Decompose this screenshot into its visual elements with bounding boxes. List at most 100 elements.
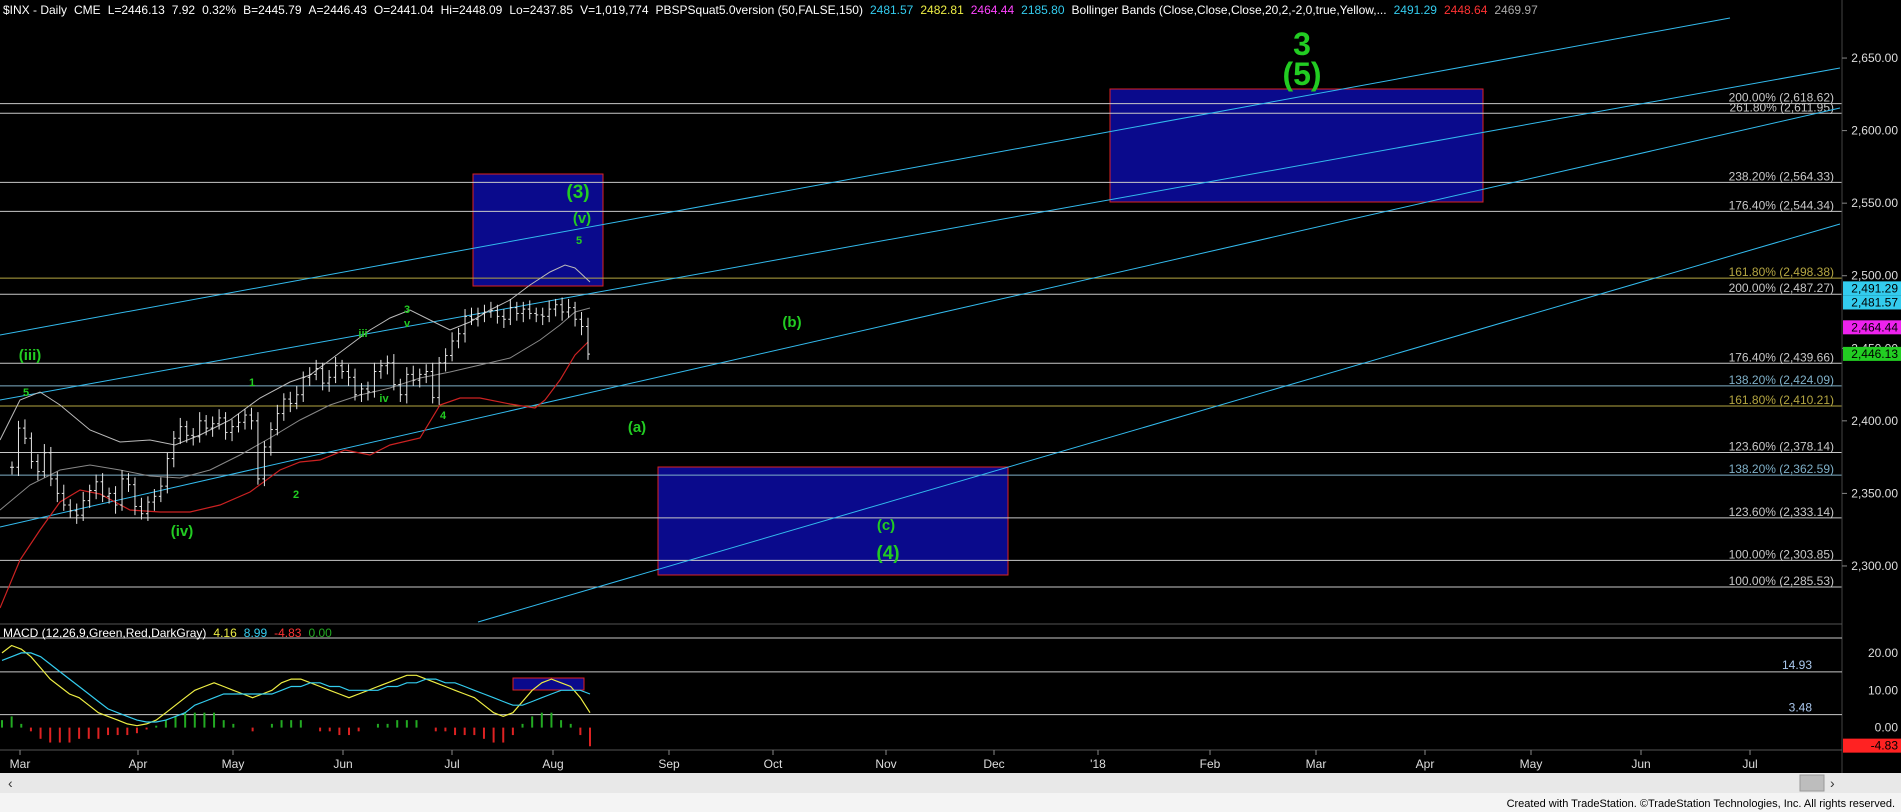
header-field: 2448.64 xyxy=(1444,3,1488,17)
x-tick-label: Oct xyxy=(764,757,783,771)
x-tick-label: Jun xyxy=(1631,757,1650,771)
y-tick-label: 2,350.00 xyxy=(1851,486,1898,500)
header-field: Bollinger Bands (Close,Close,Close,20,2,… xyxy=(1072,3,1387,17)
header-field: 2481.57 xyxy=(870,3,914,17)
x-tick-label: Jun xyxy=(333,757,352,771)
wave-label: 3 xyxy=(404,304,410,316)
wave-label: (a) xyxy=(628,419,646,436)
fib-level-label: 123.60% (2,378.14) xyxy=(1729,440,1834,454)
x-tick-label: Mar xyxy=(10,757,31,771)
fib-level-label: 176.40% (2,439.66) xyxy=(1729,350,1834,364)
y-tick-label: 2,300.00 xyxy=(1851,559,1898,573)
wave-label: (b) xyxy=(782,314,801,331)
wave-label: (c) xyxy=(877,517,895,534)
header-field: 2464.44 xyxy=(971,3,1015,17)
chart-header: $INX - Daily CME L=2446.13 7.92 0.32% B=2445.… xyxy=(3,3,1538,17)
fib-level-label: 138.20% (2,362.59) xyxy=(1729,462,1834,476)
fib-level-label: 138.20% (2,424.09) xyxy=(1729,373,1834,387)
macd-header-field: -4.83 xyxy=(274,626,302,640)
fib-level-label: 238.20% (2,564.33) xyxy=(1729,169,1834,183)
macd-tick-label: 10.00 xyxy=(1868,683,1898,697)
header-field: L=2446.13 xyxy=(108,3,165,17)
header-field: Lo=2437.85 xyxy=(509,3,573,17)
header-field: A=2446.43 xyxy=(309,3,368,17)
scrollbar[interactable]: ‹ › xyxy=(0,773,1901,793)
header-field: 0.32% xyxy=(202,3,236,17)
header-field: 2482.81 xyxy=(920,3,964,17)
macd-tick-label: 0.00 xyxy=(1875,721,1899,735)
header-field: 2491.29 xyxy=(1394,3,1438,17)
chart: 200.00% (2,618.62)261.80% (2,611.95)238.… xyxy=(0,0,1901,812)
fib-level-label: 100.00% (2,285.53) xyxy=(1729,574,1834,588)
price-tag-label: 2,481.57 xyxy=(1851,295,1898,309)
x-tick-label: Sep xyxy=(658,757,680,771)
header-field: B=2445.79 xyxy=(243,3,302,17)
x-tick-label: Feb xyxy=(1200,757,1221,771)
header-field: 7.92 xyxy=(172,3,196,17)
x-tick-label: Mar xyxy=(1306,757,1327,771)
wave-label: 5 xyxy=(576,235,582,247)
x-tick-label: Dec xyxy=(983,757,1004,771)
macd-level-label: 3.48 xyxy=(1789,701,1813,715)
target-box-wave4[interactable] xyxy=(657,466,1009,576)
macd-header: MACD (12,26,9,Green,Red,DarkGray) 4.16 8.9… xyxy=(3,626,332,640)
header-field: $INX - Daily xyxy=(3,3,67,17)
y-tick-label: 2,600.00 xyxy=(1851,124,1898,138)
fib-level-label: 176.40% (2,544.34) xyxy=(1729,198,1834,212)
macd-level-label: 14.93 xyxy=(1782,658,1812,672)
macd-tick-label: 20.00 xyxy=(1868,646,1898,660)
x-tick-label: Jul xyxy=(444,757,459,771)
x-tick-label: Apr xyxy=(1416,757,1435,771)
price-tag-label: 2,446.13 xyxy=(1851,347,1898,361)
header-field: O=2441.04 xyxy=(374,3,434,17)
x-tick-label: May xyxy=(1520,757,1543,771)
wave-label: (iv) xyxy=(171,523,194,540)
x-tick-label: Aug xyxy=(542,757,563,771)
wave-label: (4) xyxy=(876,543,899,564)
fib-level-label: 100.00% (2,303.85) xyxy=(1729,547,1834,561)
header-field: 2185.80 xyxy=(1021,3,1065,17)
fib-level-label: 123.60% (2,333.14) xyxy=(1729,505,1834,519)
y-tick-label: 2,400.00 xyxy=(1851,414,1898,428)
header-field: Hi=2448.09 xyxy=(441,3,503,17)
header-field: PBSPSquat5.0version (50,FALSE,150) xyxy=(656,3,863,17)
scrollbar-thumb[interactable] xyxy=(1799,774,1825,792)
wave-label: v xyxy=(404,318,411,330)
fib-level-label: 161.80% (2,498.38) xyxy=(1729,265,1834,279)
price-tags: 2,491.292,481.57 2,464.44 2,446.13 xyxy=(1843,281,1901,361)
fib-level-label: 261.80% (2,611.95) xyxy=(1729,100,1834,114)
scroll-right-icon[interactable]: › xyxy=(1830,775,1835,791)
x-tick-label: '18 xyxy=(1090,757,1106,771)
macd-header-field: 8.99 xyxy=(244,626,268,640)
wave-label: (v) xyxy=(573,210,591,227)
x-tick-label: May xyxy=(222,757,245,771)
fib-level-label: 200.00% (2,487.27) xyxy=(1729,281,1834,295)
footer-credit: Created with TradeStation. ©TradeStation… xyxy=(1507,798,1895,810)
macd-value-tag-label: -4.83 xyxy=(1871,739,1899,753)
scrollbar-track[interactable] xyxy=(0,773,1901,793)
scroll-left-icon[interactable]: ‹ xyxy=(8,775,13,791)
x-tick-label: Nov xyxy=(875,757,896,771)
wave-label: iii xyxy=(358,328,367,340)
price-tag-label: 2,464.44 xyxy=(1851,320,1898,334)
y-tick-label: 2,550.00 xyxy=(1851,196,1898,210)
price-tag-label: 2,491.29 xyxy=(1851,281,1898,295)
header-field: CME xyxy=(74,3,101,17)
wave-label: 1 xyxy=(249,377,255,389)
wave-label: 4 xyxy=(440,410,447,422)
wave-label: (5) xyxy=(1282,56,1321,92)
fib-level-label: 161.80% (2,410.21) xyxy=(1729,393,1834,407)
macd-header-field: 0.00 xyxy=(308,626,332,640)
wave-label: (iii) xyxy=(19,347,42,364)
y-tick-label: 2,650.00 xyxy=(1851,51,1898,65)
macd-header-field: MACD (12,26,9,Green,Red,DarkGray) xyxy=(3,626,206,640)
wave-label: 5 xyxy=(23,387,29,399)
wave-label: iv xyxy=(379,393,389,405)
macd-header-field: 4.16 xyxy=(213,626,237,640)
x-tick-label: Jul xyxy=(1742,757,1757,771)
x-tick-label: Apr xyxy=(129,757,148,771)
header-field: 2469.97 xyxy=(1494,3,1538,17)
target-box-wave5[interactable] xyxy=(1109,88,1484,203)
wave-label: (3) xyxy=(566,182,589,203)
wave-label: 2 xyxy=(293,489,299,501)
